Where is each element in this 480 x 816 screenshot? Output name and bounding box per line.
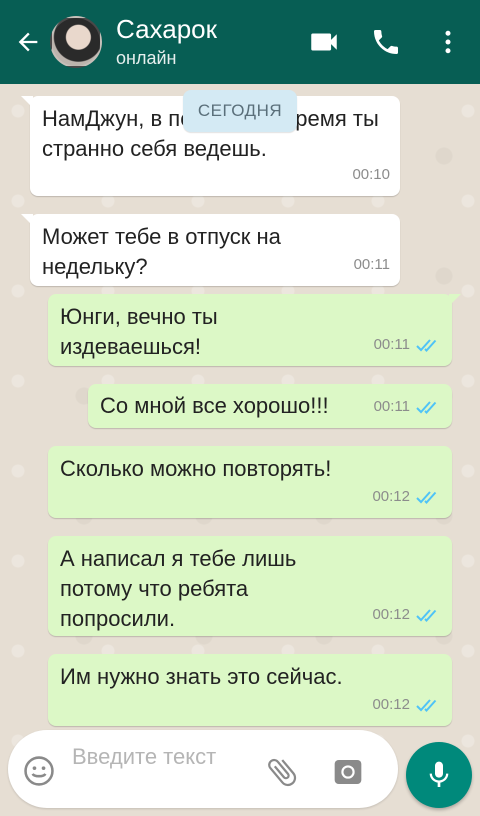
message-meta: 00:11 bbox=[354, 250, 390, 280]
mic-button[interactable] bbox=[406, 742, 472, 808]
message-meta: 00:10 bbox=[352, 160, 390, 190]
message-time: 00:12 bbox=[372, 606, 410, 623]
message-meta: 00:12 bbox=[372, 600, 442, 630]
read-ticks-icon bbox=[416, 401, 437, 414]
contact-name: Сахарок bbox=[116, 14, 217, 44]
message-meta: 00:12 bbox=[372, 690, 442, 720]
message-time: 00:12 bbox=[372, 696, 410, 713]
chat-header: Сахарок онлайн bbox=[0, 0, 480, 84]
mic-icon bbox=[429, 761, 449, 787]
message-outgoing[interactable]: Им нужно знать это сейчас. 00:12 bbox=[48, 654, 452, 726]
video-call-icon[interactable] bbox=[304, 22, 344, 62]
message-text: Им нужно знать это сейчас. bbox=[60, 664, 343, 689]
message-meta: 00:11 bbox=[374, 330, 442, 360]
more-vert-icon[interactable] bbox=[428, 22, 468, 62]
message-outgoing[interactable]: Юнги, вечно ты издеваешься! 00:11 bbox=[48, 294, 461, 366]
message-text: А написал я тебе лишь потому что ребята … bbox=[60, 546, 297, 631]
message-meta: 00:11 bbox=[374, 392, 442, 422]
phone-icon[interactable] bbox=[366, 22, 406, 62]
message-meta: 00:12 bbox=[372, 482, 442, 512]
back-arrow-icon[interactable] bbox=[8, 22, 48, 62]
message-text: Сколько можно повторять! bbox=[60, 456, 332, 481]
message-text: Юнги, вечно ты издеваешься! bbox=[60, 304, 218, 359]
message-outgoing[interactable]: Сколько можно повторять! 00:12 bbox=[48, 446, 452, 518]
contact-info[interactable]: Сахарок онлайн bbox=[116, 14, 304, 70]
date-chip: СЕГОДНЯ bbox=[183, 90, 297, 132]
avatar[interactable] bbox=[50, 16, 102, 68]
read-ticks-icon bbox=[416, 699, 437, 712]
read-ticks-icon bbox=[416, 491, 437, 504]
message-composer[interactable]: Введите текст bbox=[8, 730, 398, 808]
attach-icon[interactable] bbox=[264, 754, 300, 790]
message-text: Может тебе в отпуск на недельку? bbox=[42, 224, 281, 279]
message-outgoing[interactable]: А написал я тебе лишь потому что ребята … bbox=[48, 536, 452, 636]
message-time: 00:11 bbox=[353, 256, 390, 273]
contact-status: онлайн bbox=[116, 48, 177, 68]
message-time: 00:10 bbox=[352, 166, 390, 183]
message-time: 00:12 bbox=[372, 488, 410, 505]
message-outgoing[interactable]: Со мной все хорошо!!! 00:11 bbox=[88, 384, 452, 428]
read-ticks-icon bbox=[416, 609, 437, 622]
message-time: 00:11 bbox=[373, 398, 410, 415]
message-incoming[interactable]: Может тебе в отпуск на недельку? 00:11 bbox=[21, 214, 400, 286]
message-input[interactable]: Введите текст bbox=[72, 742, 252, 772]
message-time: 00:11 bbox=[373, 336, 410, 353]
emoji-icon[interactable] bbox=[22, 754, 56, 788]
camera-icon[interactable] bbox=[332, 756, 364, 788]
read-ticks-icon bbox=[416, 339, 437, 352]
